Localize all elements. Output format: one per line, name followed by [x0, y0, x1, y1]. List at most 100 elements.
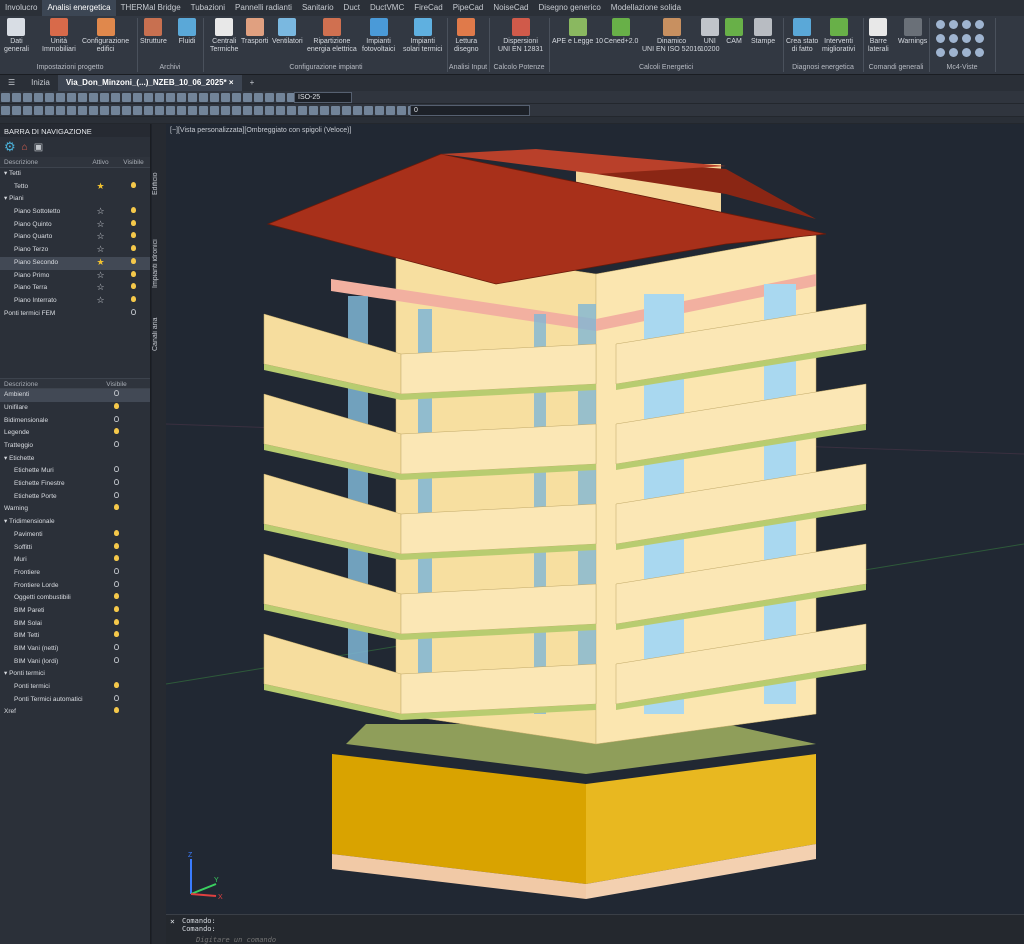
visibility-bulb-icon[interactable]: [114, 605, 119, 612]
tree-row[interactable]: Piano Terzo ☆: [0, 244, 150, 257]
visibility-bulb-icon[interactable]: [114, 529, 119, 536]
tree-row[interactable]: Muri: [0, 554, 150, 567]
toolbar-tool-icon[interactable]: [177, 93, 186, 102]
menu-item[interactable]: Modellazione solida: [606, 0, 686, 16]
ribbon-button[interactable]: Strutture: [140, 18, 167, 46]
menu-item[interactable]: THERMal Bridge: [116, 0, 186, 16]
visibility-bulb-icon[interactable]: [131, 283, 136, 290]
toolbar-tool-icon[interactable]: [375, 106, 384, 115]
tree-row[interactable]: Etichette Porte: [0, 491, 150, 504]
visibility-bulb-icon[interactable]: [114, 479, 119, 486]
layer-select[interactable]: 0: [410, 105, 530, 116]
tree-row[interactable]: ▾ Ponti termici: [0, 668, 150, 681]
toolbar-tool-icon[interactable]: [331, 106, 340, 115]
visibility-bulb-icon[interactable]: [114, 567, 119, 574]
toolbar-tool-icon[interactable]: [34, 93, 43, 102]
toolbar-tool-icon[interactable]: [166, 93, 175, 102]
tree-row[interactable]: Frontiere: [0, 567, 150, 580]
view-cube-icon[interactable]: [936, 20, 945, 29]
toolbar-tool-icon[interactable]: [111, 93, 120, 102]
toolbar-tool-icon[interactable]: [309, 106, 318, 115]
tree-row[interactable]: Etichette Finestre: [0, 478, 150, 491]
toolbar-tool-icon[interactable]: [199, 106, 208, 115]
visibility-bulb-icon[interactable]: [114, 428, 119, 435]
tree-row[interactable]: BIM Vani (netti): [0, 643, 150, 656]
visibility-bulb-icon[interactable]: [114, 415, 119, 422]
visibility-bulb-icon[interactable]: [114, 656, 119, 663]
visibility-bulb-icon[interactable]: [131, 207, 136, 214]
menu-item[interactable]: PipeCad: [448, 0, 489, 16]
toolbar-tool-icon[interactable]: [166, 106, 175, 115]
toolbar-tool-icon[interactable]: [23, 106, 32, 115]
sidetab-impianti-idronici[interactable]: Impianti idronici: [152, 224, 166, 304]
tree-row[interactable]: Ponti termici: [0, 681, 150, 694]
view-cube-icon[interactable]: [975, 34, 984, 43]
ribbon-button[interactable]: UNI 10200: [700, 18, 719, 54]
visibility-bulb-icon[interactable]: [114, 707, 119, 714]
toolbar-tool-icon[interactable]: [111, 106, 120, 115]
visibility-bulb-icon[interactable]: [114, 504, 119, 511]
ribbon-button[interactable]: Cened+2.0: [604, 18, 638, 46]
visibility-bulb-icon[interactable]: [131, 245, 136, 252]
toolbar-tool-icon[interactable]: [133, 93, 142, 102]
toolbar-tool-icon[interactable]: [232, 93, 241, 102]
toolbar-tool-icon[interactable]: [78, 106, 87, 115]
toolbar-tool-icon[interactable]: [122, 93, 131, 102]
visibility-bulb-icon[interactable]: [131, 232, 136, 239]
view-cube-icon[interactable]: [936, 34, 945, 43]
tree-row[interactable]: ▾ Tetti: [0, 168, 150, 181]
menu-item[interactable]: Pannelli radianti: [230, 0, 297, 16]
toolbar-tool-icon[interactable]: [67, 106, 76, 115]
ribbon-button[interactable]: Barre laterali: [868, 18, 889, 54]
toolbar-tool-icon[interactable]: [221, 93, 230, 102]
toolbar-tool-icon[interactable]: [34, 106, 43, 115]
close-command-icon[interactable]: ×: [170, 917, 175, 926]
ribbon-button[interactable]: Impianti solari termici: [403, 18, 442, 54]
toolbar-tool-icon[interactable]: [45, 106, 54, 115]
menu-item[interactable]: Duct: [339, 0, 365, 16]
toolbar-tool-icon[interactable]: [23, 93, 32, 102]
toolbar-tool-icon[interactable]: [100, 106, 109, 115]
roof-icon[interactable]: ⌂: [22, 142, 28, 153]
hamburger-menu-icon[interactable]: ☰: [0, 75, 23, 91]
active-star-icon[interactable]: ☆: [96, 244, 104, 254]
toolbar-tool-icon[interactable]: [133, 106, 142, 115]
ribbon-button[interactable]: Fluidi: [178, 18, 196, 46]
tree-row[interactable]: Pavimenti: [0, 529, 150, 542]
menu-item[interactable]: NoiseCad: [488, 0, 533, 16]
ribbon-button[interactable]: APE e Legge 10: [552, 18, 603, 46]
toolbar-tool-icon[interactable]: [56, 106, 65, 115]
toolbar-tool-icon[interactable]: [243, 106, 252, 115]
visibility-bulb-icon[interactable]: [114, 542, 119, 549]
tree-row[interactable]: Oggetti combustibili: [0, 592, 150, 605]
tree-row[interactable]: BIM Solai: [0, 618, 150, 631]
view-cube-icon[interactable]: [975, 20, 984, 29]
tree-row[interactable]: Unifilare: [0, 402, 150, 415]
visibility-bulb-icon[interactable]: [114, 555, 119, 562]
visibility-bulb-icon[interactable]: [114, 390, 119, 397]
ribbon-button[interactable]: Dinamico UNI EN ISO 52016: [642, 18, 701, 54]
visibility-bulb-icon[interactable]: [114, 491, 119, 498]
tree-row[interactable]: Tetto ★: [0, 181, 150, 194]
visibility-bulb-icon[interactable]: [114, 441, 119, 447]
tree-row[interactable]: ▾ Etichette: [0, 453, 150, 466]
toolbar-tool-icon[interactable]: [12, 106, 21, 115]
settings-gear-icon[interactable]: ⚙: [4, 139, 16, 155]
visibility-bulb-icon[interactable]: [131, 181, 136, 188]
toolbar-tool-icon[interactable]: [342, 106, 351, 115]
tree-row[interactable]: Ambienti: [0, 389, 150, 402]
ribbon-button[interactable]: Interventi migliorativi: [822, 18, 855, 54]
ribbon-button[interactable]: Configurazione edifici: [82, 18, 129, 54]
ribbon-button[interactable]: Impianti fotovoltaici: [362, 18, 395, 54]
menu-item[interactable]: FireCad: [409, 0, 447, 16]
tree-row[interactable]: ▾ Tridimensionale: [0, 516, 150, 529]
active-star-icon[interactable]: ☆: [96, 219, 104, 229]
toolbar-tool-icon[interactable]: [144, 106, 153, 115]
visibility-bulb-icon[interactable]: [114, 618, 119, 625]
close-tab-icon[interactable]: ×: [229, 78, 234, 87]
tree-row[interactable]: Frontiere Lorde: [0, 580, 150, 593]
visibility-bulb-icon[interactable]: [114, 644, 119, 650]
tree-row[interactable]: BIM Pareti: [0, 605, 150, 618]
toolbar-tool-icon[interactable]: [254, 106, 263, 115]
toolbar-tool-icon[interactable]: [287, 106, 296, 115]
